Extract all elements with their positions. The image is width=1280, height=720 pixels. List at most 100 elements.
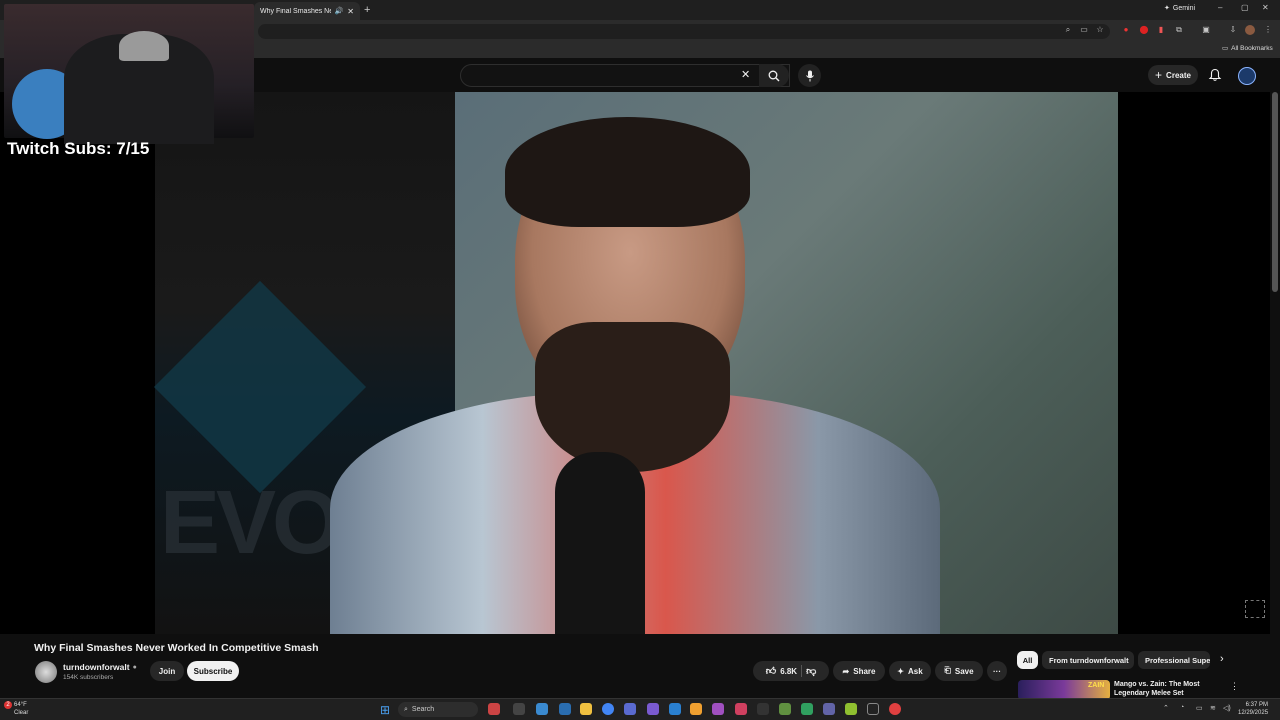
cast-icon[interactable]: ▭ <box>1079 25 1089 35</box>
share-button[interactable]: ➦ Share <box>833 661 885 681</box>
taskbar-app-icon-9[interactable] <box>801 703 813 715</box>
recommended-thumbnail[interactable]: ZAIN <box>1018 680 1110 700</box>
recommended-title[interactable]: Mango vs. Zain: The Most Legendary Melee… <box>1114 680 1224 698</box>
clock-time: 6:37 PM <box>1245 702 1269 708</box>
video-player[interactable]: EVO <box>0 92 1270 634</box>
taskbar-app-game-icon[interactable] <box>488 703 500 715</box>
microphone-icon <box>805 70 814 81</box>
maximize-button[interactable]: ▢ <box>1241 3 1249 12</box>
fullscreen-icon[interactable] <box>1245 600 1265 618</box>
search-button[interactable] <box>759 64 789 87</box>
browser-tab-active[interactable]: Why Final Smashes Never W 🔊 ✕ <box>254 2 360 20</box>
windows-taskbar: 64°F Clear 2 ⊞ ⌕ Search ⌃ ◔ ▭ ≋ ◁) 6:37 … <box>0 698 1280 720</box>
tab-title: Why Final Smashes Never W <box>260 7 331 15</box>
sparkle-icon: ✦ <box>897 666 904 676</box>
notifications-bell-icon[interactable] <box>1208 68 1222 82</box>
taskbar-app-icon-2[interactable] <box>647 703 659 715</box>
tray-chevron-icon[interactable]: ⌃ <box>1163 704 1169 712</box>
extension-stop-icon[interactable]: ⬤ <box>1139 25 1149 35</box>
profile-avatar-icon[interactable] <box>1245 25 1255 35</box>
all-bookmarks-label: All Bookmarks <box>1231 44 1273 52</box>
webcam-cap <box>119 31 169 61</box>
bookmark-icon: ⎗ <box>944 666 951 675</box>
taskbar-app-icon-1[interactable] <box>624 703 636 715</box>
taskbar-app-icon-10[interactable] <box>845 703 857 715</box>
tray-app-icon[interactable]: ▭ <box>1196 704 1203 712</box>
taskbar-taskview-icon[interactable] <box>513 703 525 715</box>
taskbar-app-icon-5[interactable] <box>712 703 724 715</box>
weather-temp: 64°F <box>14 702 27 708</box>
taskbar-search[interactable]: ⌕ Search <box>398 702 478 717</box>
chip-all[interactable]: All <box>1017 651 1038 669</box>
webcam-overlay <box>4 4 254 144</box>
account-avatar[interactable] <box>1238 67 1256 85</box>
taskbar-app-icon-4[interactable] <box>690 703 702 715</box>
subscribe-button[interactable]: Subscribe <box>187 661 239 681</box>
video-person-beard <box>535 322 730 472</box>
taskbar-app-icon-6[interactable] <box>735 703 747 715</box>
tray-network-icon[interactable]: ◔ <box>1180 704 1184 711</box>
chip-from-channel[interactable]: From turndownforwalt <box>1042 651 1134 669</box>
channel-avatar[interactable] <box>35 661 57 683</box>
windows-start-icon[interactable]: ⊞ <box>380 703 390 717</box>
extension-red-icon[interactable]: ● <box>1121 25 1131 35</box>
save-label: Save <box>954 666 974 676</box>
new-tab-button[interactable]: + <box>364 4 370 16</box>
chips-next-icon[interactable]: › <box>1220 653 1224 665</box>
close-tab-icon[interactable]: ✕ <box>347 7 354 16</box>
recommended-more-icon[interactable]: ⋮ <box>1230 681 1239 692</box>
more-actions-button[interactable]: ··· <box>987 661 1007 681</box>
taskbar-teams-icon[interactable] <box>823 703 835 715</box>
like-dislike-group: 👍︎ 6.8K 👎︎ <box>753 661 829 681</box>
taskbar-edge-icon[interactable] <box>559 703 571 715</box>
extensions-puzzle-icon[interactable]: ⧉ <box>1174 25 1184 35</box>
minimize-button[interactable]: – <box>1218 3 1222 12</box>
thumbs-up-icon: 👍︎ <box>765 666 777 677</box>
taskbar-chrome-icon[interactable] <box>602 703 614 715</box>
sparkle-icon: ✦ <box>1164 5 1170 12</box>
divider <box>801 665 803 677</box>
voice-search-button[interactable] <box>798 64 821 87</box>
clear-search-icon[interactable]: ✕ <box>741 68 750 81</box>
all-bookmarks-button[interactable]: ▭ All Bookmarks <box>1222 44 1273 53</box>
extension-record-icon[interactable]: ▮ <box>1156 25 1166 35</box>
ask-button[interactable]: ✦ Ask <box>889 661 931 681</box>
clock-date: 12/29/2025 <box>1238 710 1269 716</box>
thumbs-down-icon[interactable]: 👎︎ <box>806 665 816 677</box>
create-button[interactable]: + Create <box>1148 65 1198 85</box>
chip-professional[interactable]: Professional Supe <box>1138 651 1210 669</box>
taskbar-app-icon-12[interactable] <box>889 703 901 715</box>
tray-volume-icon[interactable]: ◁) <box>1223 704 1231 712</box>
downloads-icon[interactable]: ⇩ <box>1228 25 1238 35</box>
save-button[interactable]: ⎗ Save <box>935 661 983 681</box>
taskbar-app-icon-7[interactable] <box>757 703 769 715</box>
kebab-menu-icon[interactable]: ⋮ <box>1263 25 1273 35</box>
taskbar-copilot-icon[interactable] <box>536 703 548 715</box>
close-window-button[interactable]: ✕ <box>1262 3 1269 12</box>
folder-icon: ▭ <box>1222 45 1229 52</box>
taskbar-app-icon-11[interactable] <box>867 703 879 715</box>
tray-wifi-icon[interactable]: ≋ <box>1210 704 1216 712</box>
like-button[interactable]: 👍︎ 6.8K <box>766 665 797 677</box>
weather-widget[interactable]: 64°F Clear <box>14 701 28 717</box>
sidepanel-icon[interactable]: ▣ <box>1201 25 1211 35</box>
channel-name-row[interactable]: turndownforwalt ● <box>63 662 137 672</box>
weather-desc: Clear <box>14 710 29 716</box>
taskbar-app-icon-8[interactable] <box>779 703 791 715</box>
gemini-button[interactable]: ✦ Gemini <box>1164 4 1196 13</box>
taskbar-search-label: Search <box>411 706 435 713</box>
gemini-label: Gemini <box>1172 4 1196 12</box>
address-bar[interactable] <box>258 24 1110 39</box>
zoom-icon[interactable]: ⌕ <box>1063 25 1073 35</box>
taskbar-app-icon-3[interactable] <box>669 703 681 715</box>
subscriber-count: 154K subscribers <box>63 674 114 681</box>
ask-label: Ask <box>908 666 923 676</box>
video-person-hair <box>505 117 750 227</box>
join-button[interactable]: Join <box>150 661 184 681</box>
page-scrollbar[interactable] <box>1272 92 1278 292</box>
bookmark-star-icon[interactable]: ☆ <box>1095 25 1105 35</box>
clock[interactable]: 6:37 PM 12/29/2025 <box>1238 701 1268 717</box>
taskbar-explorer-icon[interactable] <box>580 703 592 715</box>
speaker-icon[interactable]: 🔊 <box>335 7 344 15</box>
channel-name[interactable]: turndownforwalt <box>63 662 130 672</box>
